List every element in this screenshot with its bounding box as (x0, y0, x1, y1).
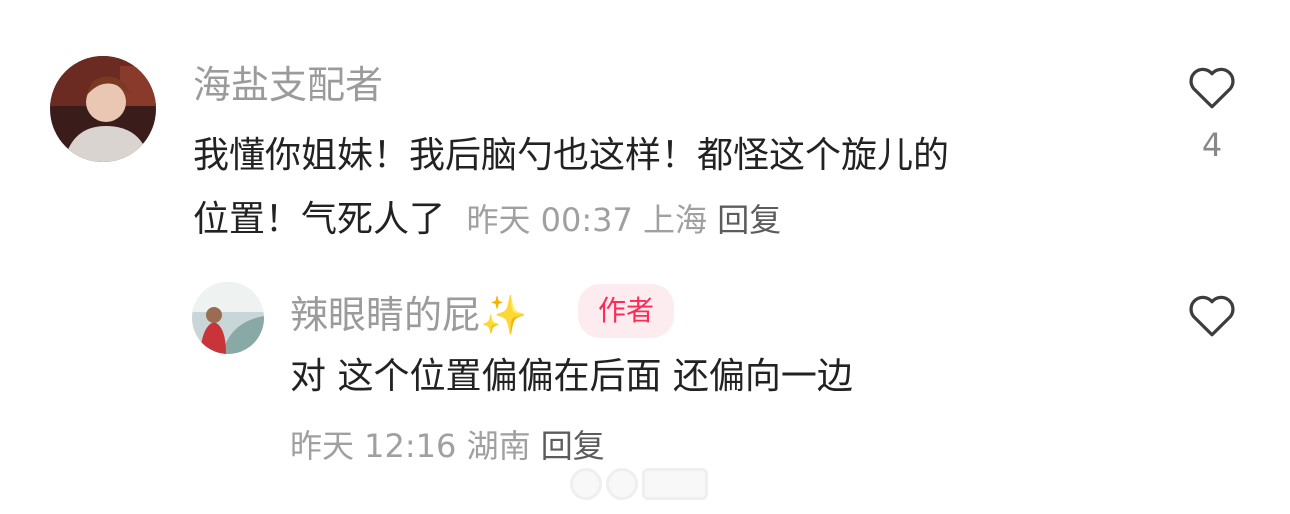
heart-outline-icon (1189, 295, 1235, 337)
watermark-circle (606, 468, 638, 500)
comment-meta: 昨天 00:37 上海 回复 (466, 201, 781, 239)
username[interactable]: 海盐支配者 (193, 60, 383, 110)
comment-text-line: 位置！气死人了 昨天 00:37 上海 回复 (193, 188, 949, 252)
reply-button[interactable]: 回复 (717, 201, 781, 239)
avatar[interactable] (50, 56, 156, 162)
watermark (570, 466, 708, 502)
heart-outline-icon (1189, 67, 1235, 109)
comment-location: 上海 (643, 201, 708, 239)
comment-item: 海盐支配者 我懂你姐妹！我后脑勺也这样！都怪这个旋儿的 位置！气死人了 昨天 0… (0, 0, 1290, 260)
avatar[interactable] (192, 282, 264, 354)
watermark-bar (642, 468, 708, 500)
reply-button[interactable]: 回复 (541, 427, 605, 465)
comment-text-line-2: 位置！气死人了 (193, 199, 446, 240)
comment-text: 对 这个位置偏偏在后面 还偏向一边 (290, 356, 853, 397)
watermark-circle (570, 468, 602, 500)
comment-meta: 昨天 12:16 湖南 回复 (290, 422, 605, 470)
comment-text: 我懂你姐妹！我后脑勺也这样！都怪这个旋儿的 位置！气死人了 昨天 00:37 上… (193, 124, 949, 252)
comment-time: 昨天 00:37 (466, 201, 633, 239)
comment-text-line: 我懂你姐妹！我后脑勺也这样！都怪这个旋儿的 (193, 135, 950, 176)
comment-location: 湖南 (466, 427, 531, 465)
username[interactable]: 辣眼睛的屁✨ (290, 290, 527, 340)
like-button[interactable] (1180, 290, 1244, 354)
like-button[interactable]: 4 (1180, 62, 1244, 164)
author-badge: 作者 (578, 284, 675, 338)
like-count: 4 (1201, 126, 1223, 164)
comment-time: 昨天 12:16 (290, 427, 457, 465)
